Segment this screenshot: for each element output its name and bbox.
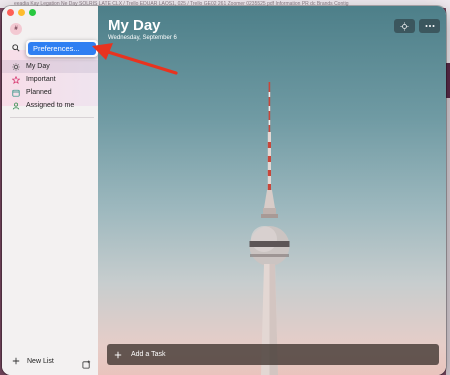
sun-icon [12,62,20,71]
sidebar-nav: My Day Important Planned Assigned to me [2,60,98,112]
page-title: My Day [108,17,161,34]
calendar-icon [12,89,20,97]
sidebar-item-planned[interactable]: Planned [2,86,98,99]
sidebar-item-important[interactable]: Important [2,73,98,86]
ellipsis-icon [425,25,434,27]
new-list-button[interactable]: New List [12,357,54,365]
sidebar-divider [10,117,94,118]
plus-icon [114,351,122,358]
new-group-icon [82,360,91,369]
new-group-button[interactable] [82,356,91,369]
app-window: # Preferences... My Day Important Planne… [2,6,446,375]
sidebar-item-my-day[interactable]: My Day [2,60,98,73]
tv-tower-background-image [249,82,290,375]
zoom-window-button[interactable] [29,9,36,16]
close-window-button[interactable] [7,9,14,16]
suggestions-button[interactable] [394,19,415,33]
sidebar-item-label: Assigned to me [26,102,75,109]
preferences-menu-item[interactable]: Preferences... [28,42,96,55]
sidebar-item-label: Planned [26,89,52,96]
new-list-label: New List [27,357,54,365]
minimize-window-button[interactable] [18,9,25,16]
desktop-background [446,8,450,375]
search-icon [12,44,20,52]
star-icon [12,75,20,84]
search-button[interactable] [10,42,22,54]
plus-icon [12,357,20,365]
add-task-label: Add a Task [131,351,166,358]
sidebar-item-assigned-to-me[interactable]: Assigned to me [2,99,98,112]
add-task-input[interactable]: Add a Task [107,344,439,365]
more-options-button[interactable] [419,19,440,33]
account-menu-popup: Preferences... [26,40,98,57]
page-date: Wednesday, September 6 [108,35,177,41]
sidebar: # Preferences... My Day Important Planne… [2,6,98,375]
sidebar-item-label: My Day [26,63,50,70]
lightbulb-icon [400,22,409,30]
window-controls [7,9,36,16]
sidebar-item-label: Important [26,76,56,83]
main-panel: My Day Wednesday, September 6 Add a Task [98,6,446,375]
avatar[interactable]: # [10,23,22,35]
person-icon [12,102,20,109]
